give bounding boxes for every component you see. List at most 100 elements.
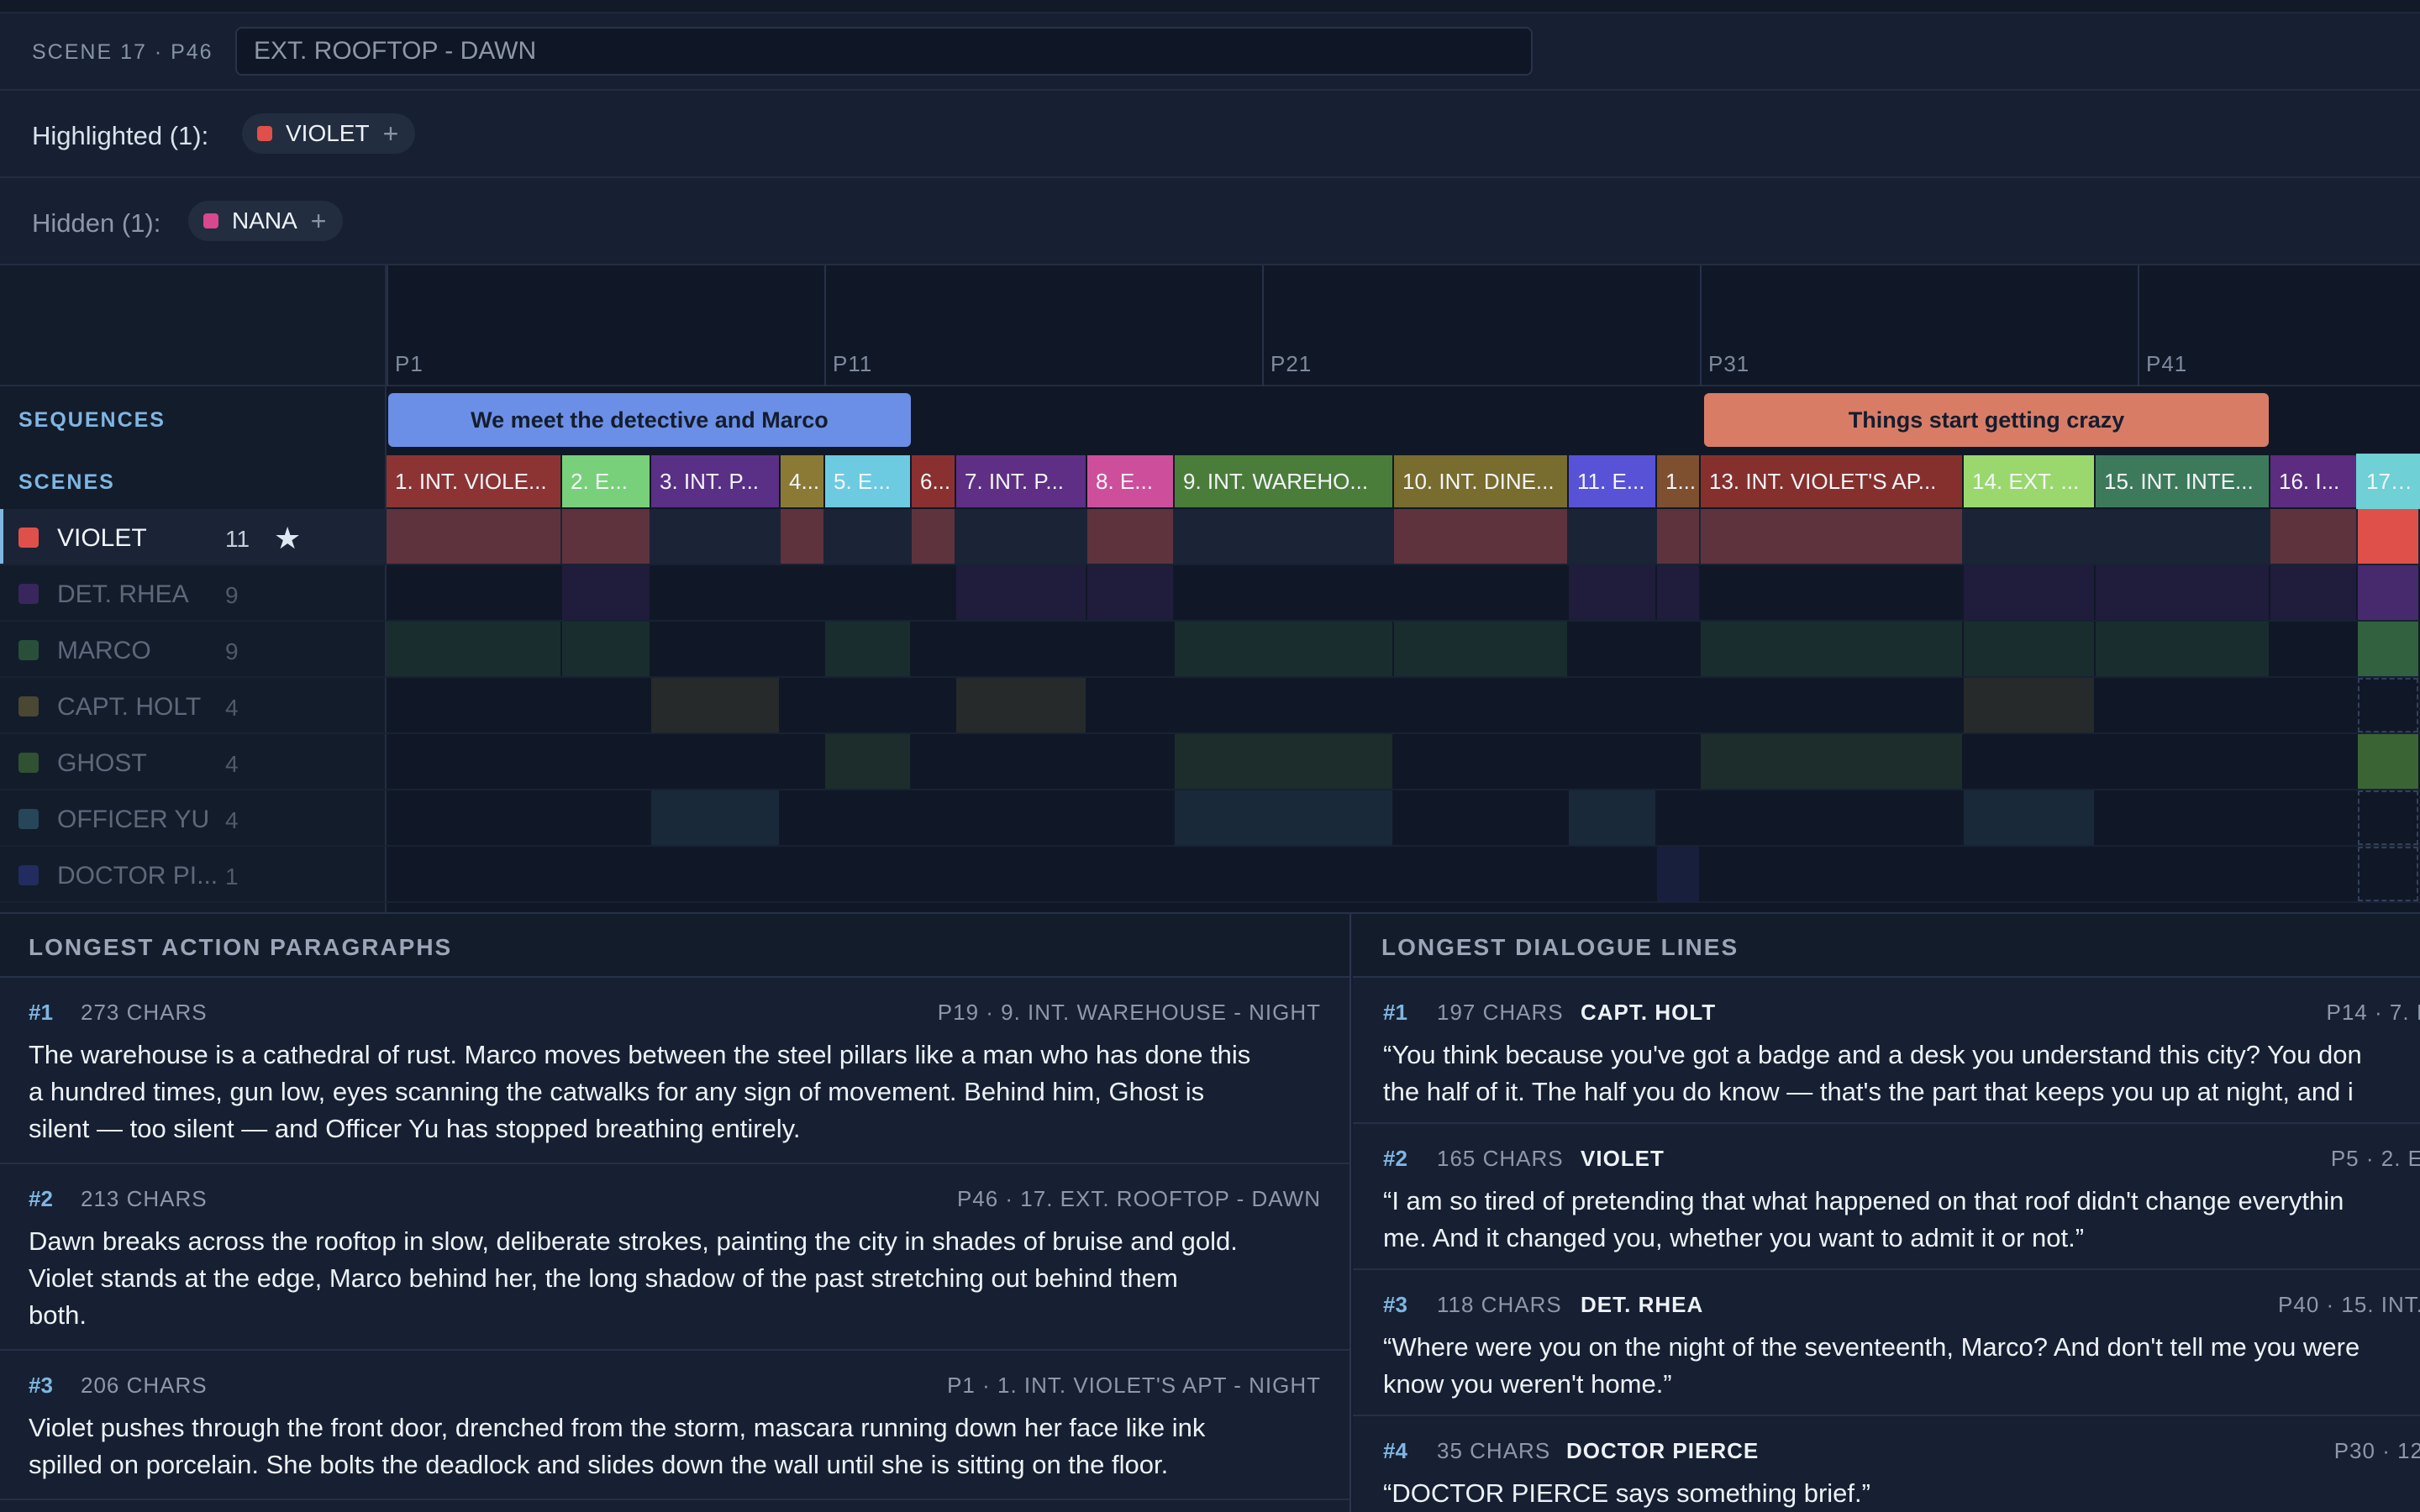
dialogue-item[interactable]: #1 197 CHARS CAPT. HOLT P14 · 7. I “You thin… [1353,978,2420,1124]
character-row[interactable]: VIOLET 11 ★ [0,509,2420,565]
presence-cell [2358,565,2418,620]
character-color-swatch [18,528,39,548]
paragraph-line: a hundred times, gun low, eyes scanning … [29,1077,1205,1106]
paragraph-line: Dawn breaks across the rooftop in slow, … [29,1226,1238,1256]
paragraph-line: spilled on porcelain. She bolts the dead… [29,1450,1169,1479]
character-label[interactable]: MARCO 9 [0,622,385,676]
character-label[interactable]: DET. RHEA 9 [0,565,385,620]
action-item[interactable]: #1 273 CHARS P19 · 9. INT. WAREHOUSE - NIG… [0,978,1349,1164]
window-top-edge [0,0,2420,13]
presence-cell [387,509,560,564]
dialogue-line: “I am so tired of pretending that what h… [1383,1186,2344,1215]
presence-cell [562,509,650,564]
presence-cell [1175,622,1392,676]
panel-header: LONGEST ACTION PARAGRAPHS [0,914,1349,978]
longest-action-panel: LONGEST ACTION PARAGRAPHS #1 273 CHARS P19… [0,914,1351,1512]
scene-block[interactable]: 1... [1657,455,1699,507]
dialogue-line: the half of it. The half you do know — t… [1383,1077,2354,1106]
scene-block[interactable]: 10. INT. DINE... [1394,455,1567,507]
character-row[interactable]: MARCO 9 [0,622,2420,678]
scene-location: P1 · 1. INT. VIOLET'S APT - NIGHT [947,1373,1321,1398]
panel-header: LONGEST DIALOGUE LINES [1353,914,2420,978]
sequence-block[interactable]: Things start getting crazy [1704,393,2269,447]
page-marker-line [2138,265,2139,386]
paragraph-line: Violet pushes through the front door, dr… [29,1413,1206,1442]
sequence-block[interactable]: We meet the detective and Marco [388,393,911,447]
presence-cell [912,509,955,564]
character-label[interactable]: GHOST 4 [0,734,385,789]
scene-block[interactable]: 17. EX [2356,454,2420,509]
scene-block[interactable]: 9. INT. WAREHO... [1175,455,1392,507]
scene-block[interactable]: 5. E... [825,455,910,507]
character-label[interactable]: DOCTOR PI... 1 [0,847,385,901]
character-name: GHOST [57,749,147,777]
presence-cell [2270,565,2356,620]
scene-block[interactable]: 16. I... [2270,455,2356,507]
character-row[interactable]: DET. RHEA 9 [0,565,2420,622]
presence-cell [1394,509,1567,564]
highlighted-filter-row: Highlighted (1): VIOLET + [0,91,2420,178]
scene-block[interactable]: 2. E... [562,455,650,507]
scene-block[interactable]: 3. INT. P... [651,455,779,507]
star-icon[interactable]: ★ [274,521,301,556]
dialogue-line: “Where were you on the night of the seve… [1383,1332,2360,1362]
presence-cell [1964,622,2094,676]
character-name: OFFICER YU [57,806,210,833]
sequences-row-title: SEQUENCES [18,408,166,432]
character-label[interactable]: VIOLET 11 ★ [0,509,385,564]
presence-cell [562,622,650,676]
chip-color-swatch [203,213,218,228]
presence-cell [1394,622,1567,676]
character-label[interactable]: CAPT. HOLT 4 [0,678,385,732]
character-row[interactable]: CAPT. HOLT 4 [0,678,2420,734]
scene-count: 4 [225,751,239,777]
presence-cell [1657,509,1699,564]
char-count: 35 CHARS [1437,1438,1551,1463]
character-label[interactable]: OFFICER YU 4 [0,790,385,845]
add-icon[interactable]: + [383,120,399,147]
character-row[interactable]: GHOST 4 [0,734,2420,790]
rank-badge: #2 [29,1186,53,1211]
hidden-chip-nana[interactable]: NANA + [188,201,344,241]
presence-cell [1657,847,1699,901]
scene-count: 11 [225,526,250,552]
add-icon[interactable]: + [311,207,327,234]
scene-block[interactable]: 14. EXT. ... [1964,455,2094,507]
character-color-swatch [18,865,39,885]
panel-title: LONGEST DIALOGUE LINES [1381,934,1739,960]
presence-cell [1087,509,1173,564]
scene-block[interactable]: 6... [912,455,955,507]
presence-cell [825,734,910,789]
dialogue-item[interactable]: #2 165 CHARS VIOLET P5 · 2. E “I am so tired… [1353,1124,2420,1270]
scene-heading-input[interactable] [235,27,1533,76]
rank-badge: #3 [1383,1292,1407,1317]
presence-cell [1087,565,1173,620]
scene-block[interactable]: 7. INT. P... [956,455,1086,507]
dialogue-item[interactable]: #4 35 CHARS DOCTOR PIERCE P30 · 12 “DOCTOR P… [1353,1416,2420,1512]
page-marker-label: P21 [1270,351,1313,376]
character-row[interactable]: OFFICER YU 4 [0,790,2420,847]
action-item[interactable]: #2 213 CHARS P46 · 17. EXT. ROOFTOP - DAWN… [0,1164,1349,1351]
character-name: CAPT. HOLT [57,693,202,721]
scene-count: 4 [225,807,239,833]
scene-count: 4 [225,695,239,721]
character-row[interactable]: DOCTOR PI... 1 [0,847,2420,903]
presence-cell [562,565,650,620]
presence-cell [956,678,1086,732]
page-marker-label: P1 [395,351,424,376]
scene-block[interactable]: 13. INT. VIOLET'S AP... [1701,455,1962,507]
speaker-name: DOCTOR PIERCE [1566,1438,1760,1463]
empty-current-cell [2358,790,2418,845]
scene-block[interactable]: 11. E... [1569,455,1655,507]
dialogue-item[interactable]: #3 118 CHARS DET. RHEA P40 · 15. INT. “Where… [1353,1270,2420,1416]
scene-block[interactable]: 1. INT. VIOLE... [387,455,560,507]
highlighted-chip-violet[interactable]: VIOLET + [242,113,416,154]
scene-block[interactable]: 15. INT. INTE... [2096,455,2269,507]
page-marker-label: P41 [2146,351,2188,376]
scene-block[interactable]: 8. E... [1087,455,1173,507]
presence-cell [1701,622,1962,676]
presence-cell [1701,509,1962,564]
empty-current-cell [2358,678,2418,732]
action-item[interactable]: #3 206 CHARS P1 · 1. INT. VIOLET'S APT - N… [0,1351,1349,1500]
scene-block[interactable]: 4... [781,455,823,507]
